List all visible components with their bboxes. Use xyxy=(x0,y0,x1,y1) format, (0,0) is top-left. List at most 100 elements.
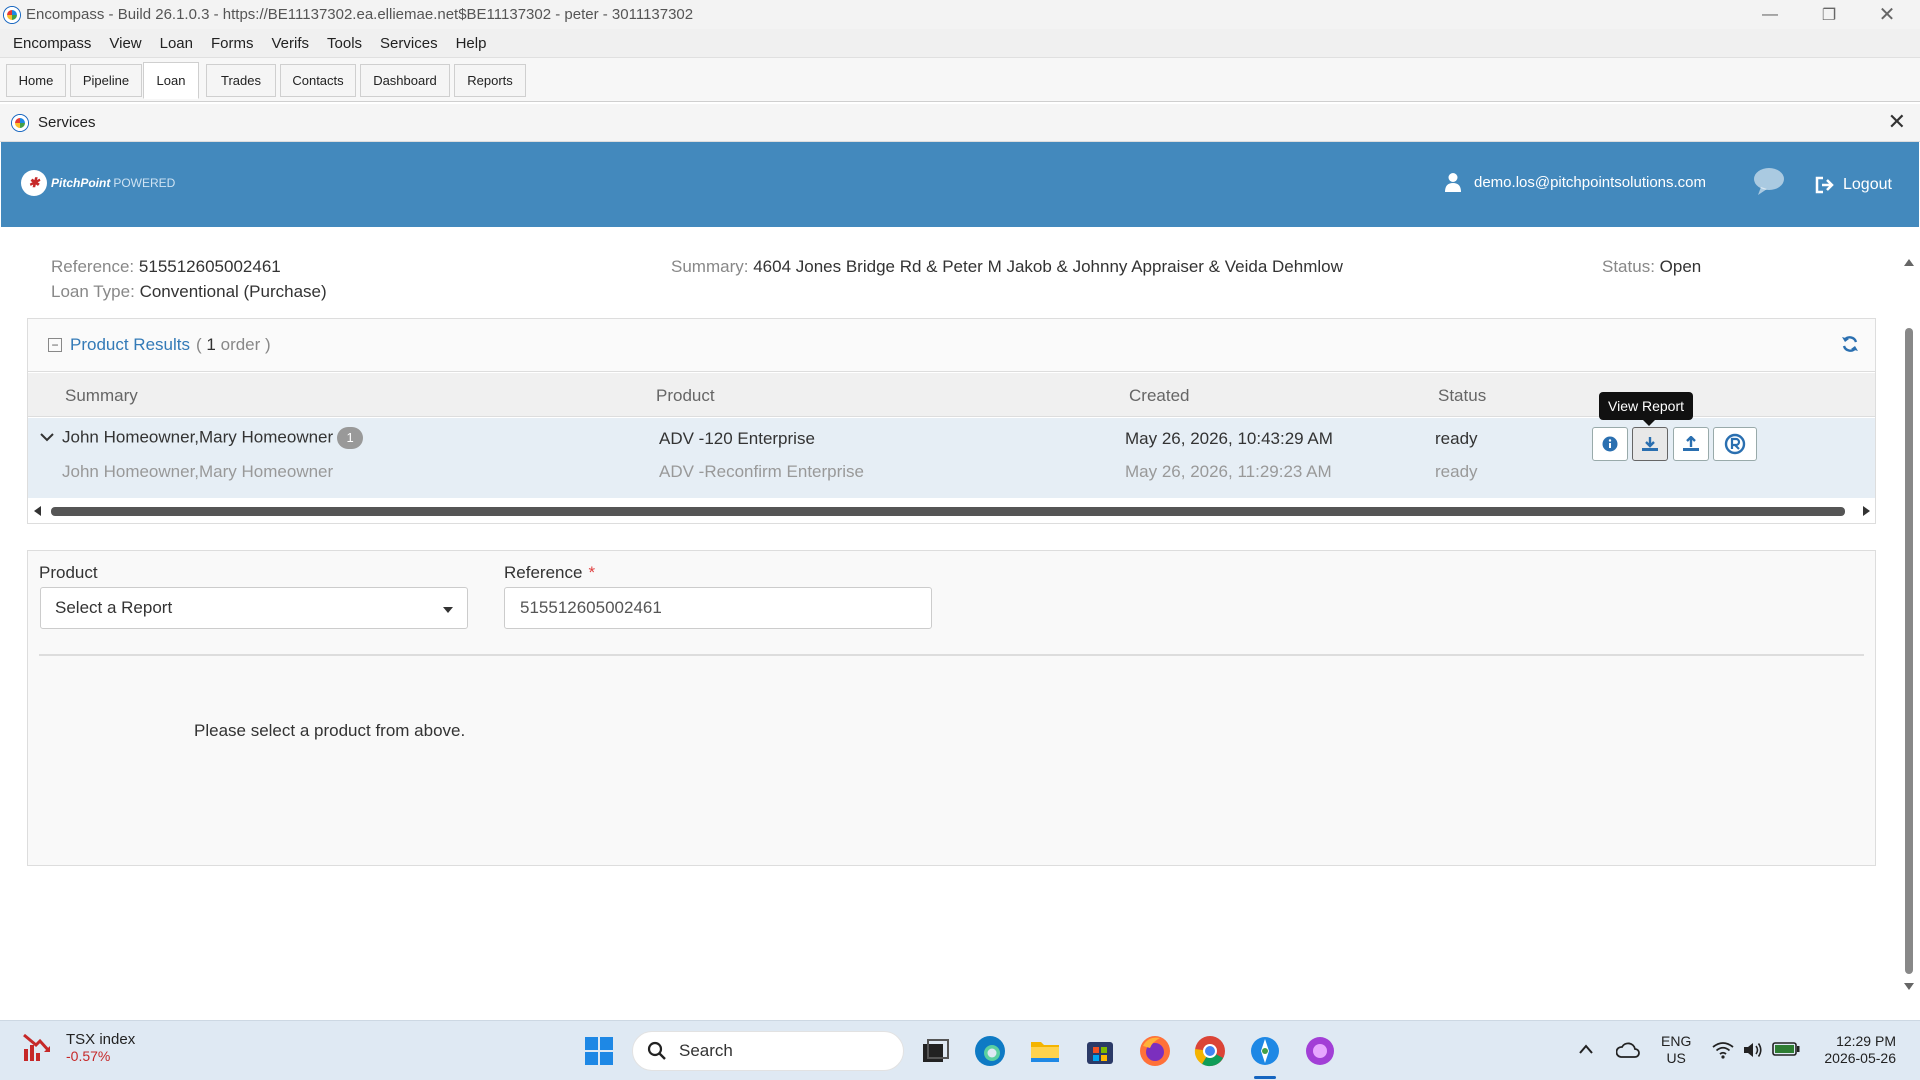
language-indicator[interactable]: ENG US xyxy=(1661,1033,1691,1067)
summary-value: 4604 Jones Bridge Rd & Peter M Jakob & J… xyxy=(753,257,1343,276)
reconfirm-icon xyxy=(1724,433,1746,455)
title-bar: Encompass - Build 26.1.0.3 - https://BE1… xyxy=(0,0,1920,29)
menu-services[interactable]: Services xyxy=(371,35,447,52)
close-window-button[interactable]: ✕ xyxy=(1858,0,1916,29)
stock-widget[interactable]: TSX index -0.57% xyxy=(22,1031,135,1064)
tab-dashboard[interactable]: Dashboard xyxy=(360,64,450,97)
status-info: Status: Open xyxy=(1602,257,1701,277)
restore-button[interactable]: ❐ xyxy=(1800,0,1858,29)
brand-name: PitchPoint xyxy=(51,176,111,190)
copilot-icon[interactable] xyxy=(1303,1034,1337,1068)
chevron-up-icon[interactable] xyxy=(1578,1043,1594,1055)
collapse-icon[interactable]: − xyxy=(48,338,62,352)
windows-start-icon[interactable] xyxy=(582,1034,616,1068)
close-services-button[interactable]: ✕ xyxy=(1888,111,1906,133)
menu-bar: Encompass View Loan Forms Verifs Tools S… xyxy=(0,29,1920,58)
upload-button[interactable] xyxy=(1673,427,1709,461)
chrome-icon[interactable] xyxy=(1193,1034,1227,1068)
caret-down-icon xyxy=(443,607,453,613)
download-icon xyxy=(1642,437,1658,451)
product-label: Product xyxy=(39,563,98,582)
chat-icon[interactable] xyxy=(1753,167,1785,197)
clock[interactable]: 12:29 PM 2026-05-26 xyxy=(1816,1033,1896,1067)
subrow-created: May 26, 2026, 11:29:23 AM xyxy=(1125,462,1332,481)
firefox-icon[interactable] xyxy=(1138,1034,1172,1068)
scrollbar-thumb[interactable] xyxy=(51,507,1845,516)
reference-label: Reference: xyxy=(51,257,135,276)
user-email: demo.los@pitchpointsolutions.com xyxy=(1474,173,1707,191)
tab-contacts[interactable]: Contacts xyxy=(280,64,356,97)
refresh-icon[interactable] xyxy=(1841,335,1859,353)
product-results-title[interactable]: Product Results xyxy=(70,335,190,355)
wifi-icon[interactable] xyxy=(1712,1041,1734,1059)
window-title: Encompass - Build 26.1.0.3 - https://BE1… xyxy=(26,6,694,23)
tab-loan[interactable]: Loan xyxy=(143,62,199,99)
table-row[interactable]: John Homeowner,Mary Homeowner 1 ADV -120 … xyxy=(28,418,1875,498)
col-product[interactable]: Product xyxy=(656,386,715,406)
menu-forms[interactable]: Forms xyxy=(202,35,263,52)
reference-input[interactable] xyxy=(504,587,932,629)
product-results-panel: − Product Results ( 1 order ) Summary Pr… xyxy=(27,318,1876,524)
reference-field-label: Reference * xyxy=(504,563,596,582)
scroll-left-icon[interactable] xyxy=(32,505,42,517)
user-icon xyxy=(1445,173,1461,192)
menu-verifs[interactable]: Verifs xyxy=(263,35,319,52)
volume-icon[interactable] xyxy=(1742,1040,1764,1060)
stock-down-icon xyxy=(23,1033,51,1061)
loantype-value: Conventional (Purchase) xyxy=(139,282,327,301)
search-icon xyxy=(647,1041,666,1060)
horizontal-scrollbar[interactable] xyxy=(28,499,1875,523)
scroll-down-icon[interactable] xyxy=(1903,982,1915,992)
view-report-button[interactable] xyxy=(1632,427,1668,461)
menu-tools[interactable]: Tools xyxy=(318,35,371,52)
onedrive-icon[interactable] xyxy=(1616,1041,1640,1059)
reference-value: 515512605002461 xyxy=(138,257,281,276)
scroll-right-icon[interactable] xyxy=(1862,505,1872,517)
tab-reports[interactable]: Reports xyxy=(454,64,526,97)
product-selected-value: Select a Report xyxy=(55,598,173,617)
menu-loan[interactable]: Loan xyxy=(151,35,202,52)
menu-view[interactable]: View xyxy=(100,35,150,52)
subrow-summary: John Homeowner,Mary Homeowner xyxy=(62,462,334,481)
subrow-status: ready xyxy=(1435,462,1478,481)
col-status[interactable]: Status xyxy=(1438,386,1486,406)
file-explorer-icon[interactable] xyxy=(1028,1034,1062,1068)
scroll-up-icon[interactable] xyxy=(1903,257,1915,267)
col-created[interactable]: Created xyxy=(1129,386,1189,406)
select-product-hint: Please select a product from above. xyxy=(194,721,466,740)
encompass-taskbar-icon[interactable] xyxy=(1248,1034,1282,1068)
vertical-scrollbar-thumb[interactable] xyxy=(1905,328,1913,974)
summary-info: Summary: 4604 Jones Bridge Rd & Peter M … xyxy=(671,257,1343,277)
results-column-headers: Summary Product Created Status xyxy=(28,373,1875,417)
chevron-down-icon[interactable] xyxy=(40,432,54,442)
minimize-button[interactable]: — xyxy=(1741,0,1799,29)
menu-help[interactable]: Help xyxy=(447,35,496,52)
status-label: Status: xyxy=(1602,257,1655,276)
stock-change: -0.57% xyxy=(66,1048,111,1064)
vertical-scrollbar[interactable] xyxy=(1898,253,1920,996)
active-app-indicator xyxy=(1254,1076,1276,1079)
taskbar: TSX index -0.57% Search ENG US 12:29 PM … xyxy=(0,1020,1920,1080)
edge-browser-icon[interactable] xyxy=(973,1034,1007,1068)
battery-icon[interactable] xyxy=(1772,1041,1800,1057)
divider xyxy=(39,654,1864,656)
tab-trades[interactable]: Trades xyxy=(206,64,276,97)
tab-home[interactable]: Home xyxy=(6,64,66,97)
menu-encompass[interactable]: Encompass xyxy=(4,35,100,52)
logout-button[interactable]: Logout xyxy=(1815,176,1892,194)
col-summary[interactable]: Summary xyxy=(65,386,138,406)
info-button[interactable] xyxy=(1592,427,1628,461)
order-count: ( 1 order ) xyxy=(196,335,271,354)
pitchpoint-banner: ✱ PitchPoint POWERED demo.los@pitchpoint… xyxy=(1,142,1919,227)
reconfirm-button[interactable] xyxy=(1713,427,1757,461)
clock-date: 2026-05-26 xyxy=(1824,1050,1896,1066)
loantype-info: Loan Type: Conventional (Purchase) xyxy=(51,282,327,302)
user-account[interactable]: demo.los@pitchpointsolutions.com xyxy=(1444,172,1706,192)
product-select[interactable]: Select a Report xyxy=(40,587,468,629)
search-placeholder: Search xyxy=(679,1041,733,1060)
task-view-icon[interactable] xyxy=(918,1034,952,1068)
store-icon[interactable] xyxy=(1083,1034,1117,1068)
loantype-label: Loan Type: xyxy=(51,282,135,301)
taskbar-search[interactable]: Search xyxy=(632,1031,904,1071)
tab-pipeline[interactable]: Pipeline xyxy=(70,64,142,97)
